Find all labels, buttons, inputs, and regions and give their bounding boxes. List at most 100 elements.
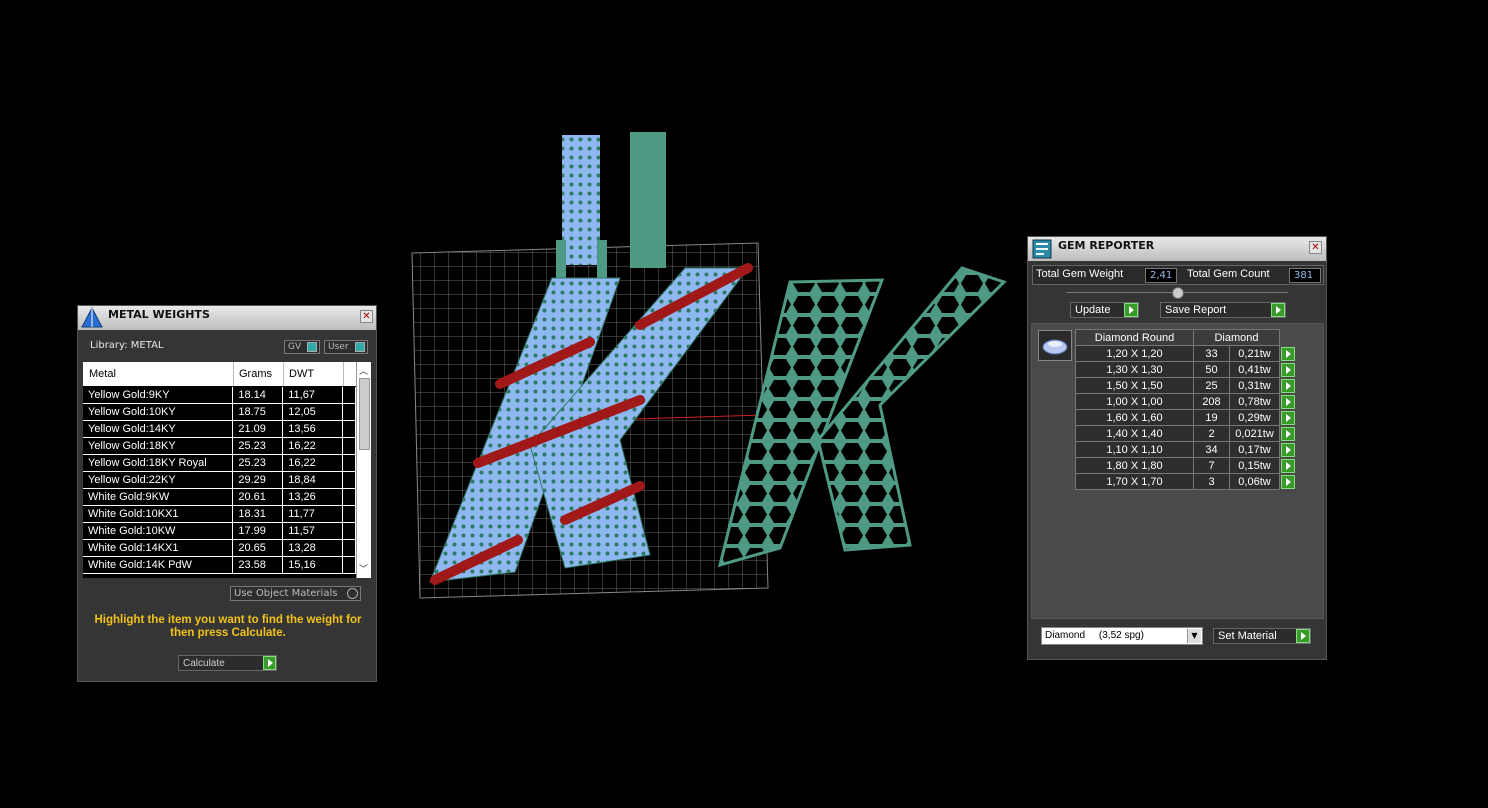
play-icon[interactable] — [1281, 410, 1295, 425]
row-action-cell — [1280, 394, 1295, 410]
gem-weight-cell: 0,41tw — [1229, 361, 1280, 378]
table-row[interactable]: 1,30 X 1,30 50 0,41tw — [1075, 361, 1295, 378]
play-icon — [263, 656, 276, 670]
close-button[interactable]: ✕ — [360, 310, 373, 323]
table-row[interactable]: 1,00 X 1,00 208 0,78tw — [1075, 393, 1295, 410]
metal-name-cell: White Gold:10KX1 — [83, 505, 234, 523]
metal-weights-titlebar[interactable]: METAL WEIGHTS ✕ — [78, 306, 376, 330]
dwt-cell: 13,56 — [282, 420, 344, 438]
dwt-cell: 12,05 — [282, 403, 344, 421]
metal-name-cell: White Gold:10KW — [83, 522, 234, 540]
table-row[interactable]: 1,10 X 1,10 34 0,17tw — [1075, 441, 1295, 458]
table-row[interactable]: Yellow Gold:10KY 18.75 12,05 — [83, 403, 356, 421]
table-row[interactable]: Yellow Gold:9KY 18.14 11,67 — [83, 387, 356, 404]
diamond-thumbnail-icon[interactable] — [1038, 330, 1072, 361]
total-count-value: 381 — [1289, 268, 1321, 283]
library-label: Library: METAL — [90, 340, 164, 351]
totals-bar: Total Gem Weight 2,41 Total Gem Count 38… — [1032, 265, 1324, 285]
gem-weight-cell: 0,15tw — [1229, 457, 1280, 474]
chevron-down-icon[interactable]: ▼ — [1187, 629, 1201, 643]
play-icon — [1271, 303, 1285, 317]
header-grams[interactable]: Grams — [239, 368, 272, 380]
gem-reporter-titlebar[interactable]: GEM REPORTER ✕ — [1028, 237, 1326, 261]
gem-count-cell: 3 — [1193, 473, 1230, 490]
table-row[interactable]: Yellow Gold:14KY 21.09 13,56 — [83, 420, 356, 438]
gem-weight-cell: 0,06tw — [1229, 473, 1280, 490]
row-spacer — [342, 522, 356, 540]
row-spacer — [342, 505, 356, 523]
update-button[interactable]: Update — [1070, 302, 1139, 318]
set-material-button[interactable]: Set Material — [1213, 628, 1311, 644]
gem-size-cell: 1,40 X 1,40 — [1075, 425, 1194, 442]
row-spacer — [342, 471, 356, 489]
grams-cell: 25.23 — [232, 437, 284, 455]
material-select[interactable]: Diamond (3,52 spg) ▼ — [1041, 627, 1203, 645]
row-spacer — [342, 488, 356, 506]
scroll-down-icon[interactable]: ﹀ — [359, 562, 368, 575]
play-icon — [1296, 629, 1310, 643]
dwt-cell: 11,57 — [282, 522, 344, 540]
row-spacer — [342, 403, 356, 421]
table-row[interactable]: White Gold:10KW 17.99 11,57 — [83, 522, 356, 540]
grams-cell: 18.31 — [232, 505, 284, 523]
gem-size-cell: 1,30 X 1,30 — [1075, 361, 1194, 378]
header-metal[interactable]: Metal — [89, 368, 116, 380]
table-row[interactable]: Yellow Gold:18KY 25.23 16,22 — [83, 437, 356, 455]
play-icon[interactable] — [1281, 458, 1295, 473]
save-report-button[interactable]: Save Report — [1160, 302, 1286, 318]
gem-weight-cell: 0,17tw — [1229, 441, 1280, 458]
dwt-cell: 15,16 — [282, 556, 344, 574]
gem-size-cell: 1,20 X 1,20 — [1075, 345, 1194, 362]
gem-count-cell: 25 — [1193, 377, 1230, 394]
table-row[interactable]: 1,20 X 1,20 33 0,21tw — [1075, 345, 1295, 362]
metal-name-cell: Yellow Gold:18KY — [83, 437, 234, 455]
play-icon[interactable] — [1281, 378, 1295, 393]
gem-count-cell: 7 — [1193, 457, 1230, 474]
table-row[interactable]: Yellow Gold:22KY 29.29 18,84 — [83, 471, 356, 489]
table-row[interactable]: Yellow Gold:18KY Royal 25.23 16,22 — [83, 454, 356, 472]
user-toggle[interactable]: User — [324, 340, 368, 354]
row-spacer — [342, 556, 356, 574]
table-row[interactable]: White Gold:10KX1 18.31 11,77 — [83, 505, 356, 523]
pendant-bail-teal — [630, 132, 666, 268]
calculate-button[interactable]: Calculate — [178, 655, 277, 671]
metal-table-container[interactable]: Metal Grams DWT Yellow Gold:9KY 18.14 11,6… — [83, 362, 371, 578]
play-icon[interactable] — [1281, 442, 1295, 457]
table-row[interactable]: White Gold:14K PdW 23.58 15,16 — [83, 556, 356, 574]
table-row[interactable]: 1,50 X 1,50 25 0,31tw — [1075, 377, 1295, 394]
gem-count-cell: 2 — [1193, 425, 1230, 442]
row-action-cell — [1280, 410, 1295, 426]
table-row[interactable]: 1,40 X 1,40 2 0,021tw — [1075, 425, 1295, 442]
play-icon[interactable] — [1281, 394, 1295, 409]
play-icon[interactable] — [1281, 346, 1295, 361]
metal-scrollbar[interactable]: ︿ ﹀ — [356, 362, 371, 578]
use-object-materials-toggle[interactable]: Use Object Materials — [230, 586, 361, 601]
splitter-handle-icon[interactable] — [1172, 287, 1184, 299]
total-weight-label: Total Gem Weight — [1036, 268, 1124, 280]
play-icon[interactable] — [1281, 426, 1295, 441]
play-icon[interactable] — [1281, 474, 1295, 489]
user-indicator-icon — [355, 342, 365, 352]
play-icon[interactable] — [1281, 362, 1295, 377]
scroll-thumb[interactable] — [359, 378, 370, 450]
table-row[interactable]: 1,60 X 1,60 19 0,29tw — [1075, 409, 1295, 426]
table-row[interactable]: 1,70 X 1,70 3 0,06tw — [1075, 473, 1295, 490]
header-dwt[interactable]: DWT — [289, 368, 314, 380]
dwt-cell: 18,84 — [282, 471, 344, 489]
table-row[interactable]: 1,80 X 1,80 7 0,15tw — [1075, 457, 1295, 474]
gem-reporter-panel: GEM REPORTER ✕ Total Gem Weight 2,41 Tot… — [1027, 236, 1327, 660]
metal-name-cell: Yellow Gold:18KY Royal — [83, 454, 234, 472]
grams-cell: 18.14 — [232, 387, 284, 404]
dwt-cell: 16,22 — [282, 437, 344, 455]
table-row[interactable]: White Gold:14KX1 20.65 13,28 — [83, 539, 356, 557]
gem-list-area: Diamond Round Diamond 1,20 X 1,20 33 0,21t… — [1031, 323, 1324, 619]
total-weight-value: 2,41 — [1145, 268, 1177, 283]
table-row[interactable]: White Gold:9KW 20.61 13,26 — [83, 488, 356, 506]
metal-name-cell: Yellow Gold:14KY — [83, 420, 234, 438]
report-icon — [1032, 239, 1052, 259]
scroll-up-icon[interactable]: ︿ — [359, 364, 368, 377]
close-button[interactable]: ✕ — [1309, 241, 1322, 254]
gv-toggle[interactable]: GV — [284, 340, 320, 354]
grams-cell: 17.99 — [232, 522, 284, 540]
header-material: Diamond — [1193, 329, 1280, 346]
